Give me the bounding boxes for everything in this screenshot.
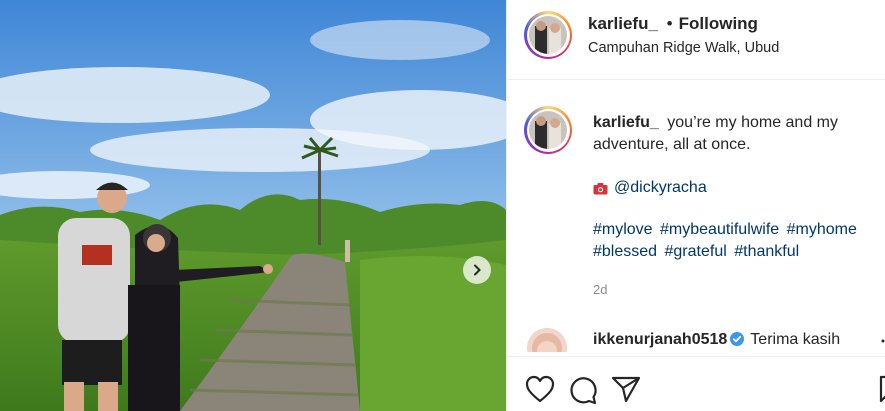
commenter-username[interactable]: ikkenurjanah0518: [593, 331, 727, 348]
hashtag-link[interactable]: #mylove: [593, 221, 653, 238]
chevron-right-icon: [474, 264, 481, 276]
more-options-icon[interactable]: [880, 338, 885, 352]
author-avatar[interactable]: [524, 11, 572, 59]
hashtag-list: #mylove #mybeautifulwife #myhome #blesse…: [593, 219, 883, 263]
verified-badge-icon: [730, 332, 745, 346]
comment-icon[interactable]: [568, 375, 598, 405]
avatar-image: [529, 111, 567, 149]
photo-scene: [0, 0, 506, 411]
post-header: karliefu_ • Following Campuhan Ridge Walk…: [507, 0, 885, 80]
caption-username[interactable]: karliefu_: [593, 114, 659, 131]
next-photo-button[interactable]: [463, 256, 491, 284]
comment-text: Terima kasih: [750, 331, 841, 348]
author-username[interactable]: karliefu_: [588, 14, 658, 33]
hashtag-link[interactable]: #grateful: [665, 243, 727, 260]
caption: karliefu_ you’re my home and my adventur…: [593, 112, 883, 263]
paper-plane-icon[interactable]: [611, 375, 641, 403]
post-side-panel: karliefu_ • Following Campuhan Ridge Walk…: [506, 0, 885, 411]
hashtag-link[interactable]: #myhome: [787, 221, 857, 238]
heart-icon[interactable]: [525, 375, 555, 403]
tagged-user-link[interactable]: @dickyracha: [614, 177, 707, 199]
following-button[interactable]: Following: [679, 14, 758, 33]
commenter-avatar[interactable]: [527, 328, 567, 352]
avatar-image: [527, 328, 567, 352]
follow-separator: •: [666, 14, 673, 33]
hashtag-link[interactable]: #mybeautifulwife: [660, 221, 779, 238]
comment-item: ikkenurjanah0518 Terima kasih: [507, 322, 885, 352]
tagged-user-line: @dickyracha: [593, 177, 883, 199]
post-photo[interactable]: [0, 0, 506, 411]
hashtag-link[interactable]: #thankful: [734, 243, 799, 260]
location-link[interactable]: Campuhan Ridge Walk, Ubud: [588, 40, 779, 56]
hashtag-link[interactable]: #blessed: [593, 243, 657, 260]
camera-icon: [593, 182, 608, 194]
caption-avatar[interactable]: [524, 106, 572, 154]
post-time[interactable]: 2d: [593, 282, 607, 297]
action-bar: [507, 356, 885, 411]
bookmark-icon[interactable]: [879, 375, 885, 403]
avatar-image: [529, 16, 567, 54]
